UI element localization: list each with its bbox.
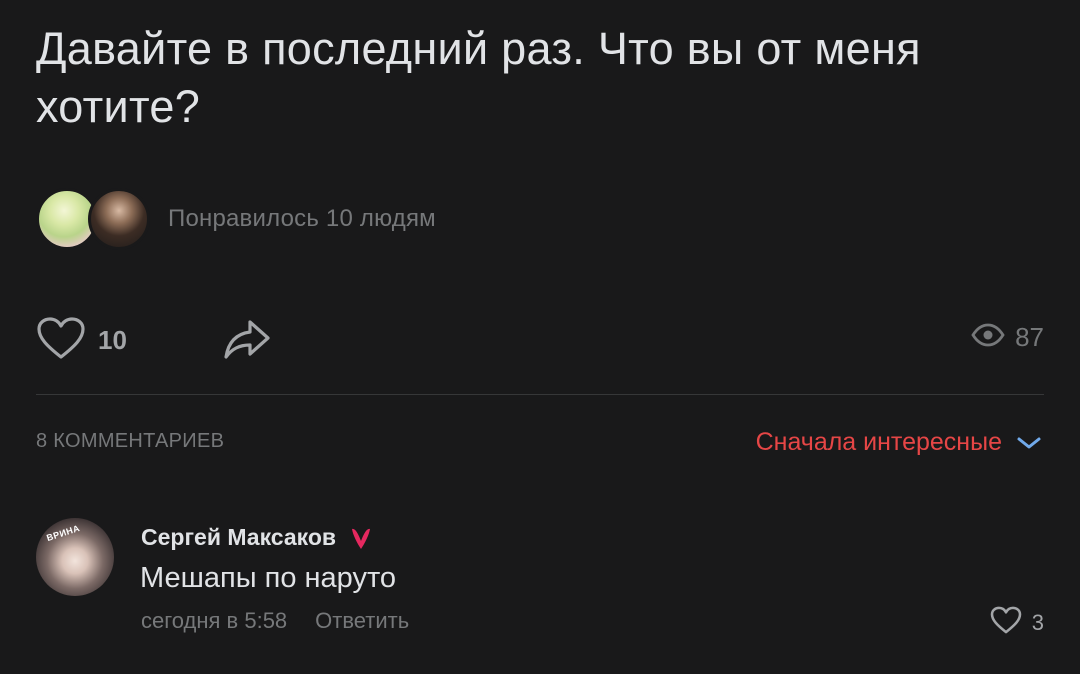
comment-author[interactable]: Сергей Максаков [141,524,372,551]
avatar-tag: ВРИНА [45,522,82,544]
post-actions: 10 87 [36,312,1044,368]
comment-like-count: 3 [1031,609,1044,635]
author-name: Сергей Максаков [141,524,337,550]
views-count: 87 [1015,322,1044,352]
share-button[interactable] [222,318,272,365]
comment-text: Мешапы по наруто [140,562,397,594]
heart-badge-icon [350,525,372,551]
share-arrow-icon [222,320,272,364]
comment-item: ВРИНА Сергей Максаков Мешапы по наруто с… [36,518,1044,638]
post-text: Давайте в последний раз. Что вы от меня … [36,23,921,132]
heart-outline-icon [36,316,86,365]
comment-like-button[interactable]: 3 [990,606,1044,639]
comment-time: сегодня в 5:58 [141,608,288,633]
eye-icon [971,323,1005,352]
chevron-down-icon [1016,435,1042,451]
liker-avatar [88,188,150,250]
likers-label: Понравилось 10 людям [168,205,436,232]
sort-dropdown[interactable]: Сначала интересные [756,428,1042,457]
comment-meta: сегодня в 5:58 Ответить [141,608,409,634]
views-counter: 87 [971,322,1044,353]
sort-label: Сначала интересные [755,428,1002,456]
reply-button[interactable]: Ответить [315,608,409,634]
likers-avatars [36,188,152,250]
like-button[interactable]: 10 [36,316,127,365]
like-count: 10 [98,325,127,355]
comments-header: 8 КОММЕНТАРИЕВ Сначала интересные [36,428,1044,458]
comments-count: 8 КОММЕНТАРИЕВ [36,430,225,452]
heart-outline-icon [990,606,1022,639]
likers-row[interactable]: Понравилось 10 людям [36,188,436,250]
divider [36,394,1044,395]
avatar[interactable]: ВРИНА [36,518,114,596]
